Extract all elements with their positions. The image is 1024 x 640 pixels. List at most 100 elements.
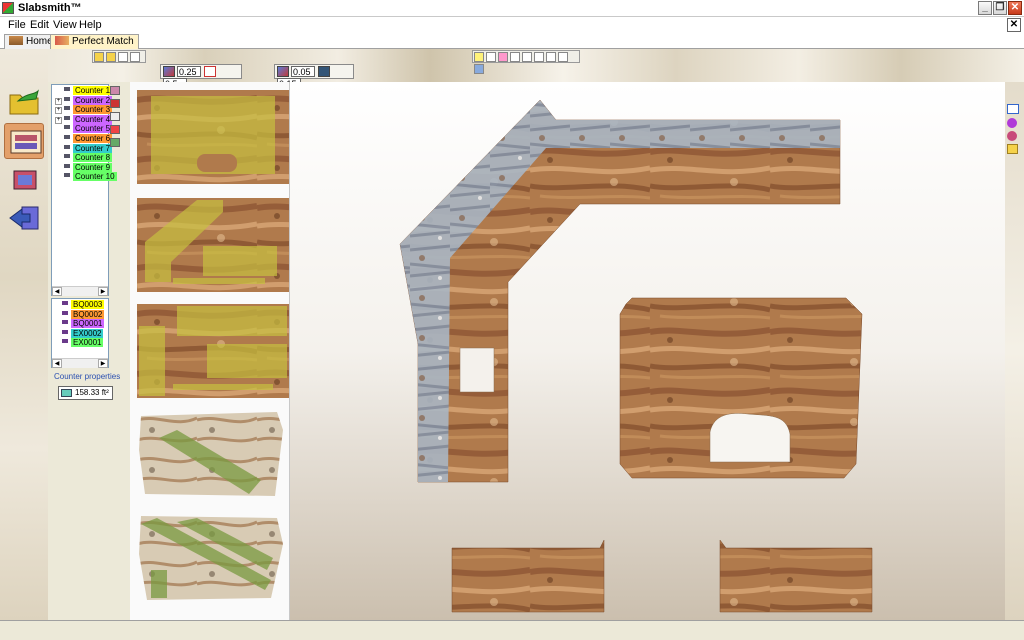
- forward-arrow-icon[interactable]: [106, 52, 116, 62]
- export-button[interactable]: [4, 200, 44, 236]
- offset-param: 0.25 0.5: [160, 64, 242, 89]
- expand-icon[interactable]: +: [55, 97, 62, 105]
- expand-icon[interactable]: +: [55, 116, 62, 124]
- area-icon: [61, 389, 72, 397]
- menu-edit[interactable]: Edit: [30, 19, 49, 31]
- scroll-right-arrow-icon[interactable]: ▶: [98, 287, 108, 296]
- material-icon[interactable]: [1007, 131, 1017, 141]
- menu-view[interactable]: View: [53, 19, 77, 31]
- counter-item[interactable]: + Counter 2: [55, 95, 113, 106]
- menu-help[interactable]: Help: [79, 19, 102, 31]
- counter-label: Counter 1: [73, 86, 113, 95]
- expand-icon[interactable]: +: [55, 107, 62, 115]
- slab-label: EX0002: [71, 328, 104, 338]
- zoom-icon[interactable]: [510, 52, 520, 62]
- rotate-icon[interactable]: [522, 52, 532, 62]
- slab-label: BQ0003: [71, 300, 105, 309]
- countertop-layout[interactable]: [290, 82, 1005, 620]
- counter-piece-bottom-left: [451, 539, 605, 613]
- open-folder-button[interactable]: [4, 84, 44, 120]
- slab-list-scrollbar[interactable]: ◀ ▶: [52, 358, 108, 368]
- counter-icon: [64, 154, 70, 159]
- settings-icon[interactable]: [1007, 144, 1018, 154]
- layout-canvas[interactable]: [290, 82, 1005, 620]
- slab-thumbnail-1[interactable]: [137, 90, 289, 184]
- counter-label: Counter 10: [73, 172, 117, 182]
- slab-item[interactable]: BQ0003: [62, 300, 105, 310]
- counter-label: Counter 9: [73, 162, 113, 172]
- counter-item[interactable]: + Counter 4: [55, 114, 113, 125]
- tab-home-label: Home: [26, 36, 53, 47]
- counter-icon: [64, 115, 70, 120]
- home-icon: [9, 36, 23, 45]
- move-icon[interactable]: [498, 52, 508, 62]
- slab-thumbnail-4[interactable]: [137, 410, 289, 500]
- counter-item[interactable]: Counter 7: [55, 143, 113, 154]
- menu-bar: File Edit View Help ✕: [0, 17, 1024, 33]
- sink-icon[interactable]: [110, 125, 120, 134]
- perfect-match-button[interactable]: [4, 123, 44, 159]
- tab-bar: Home Perfect Match: [0, 33, 1024, 49]
- slab-thumbnail-3[interactable]: [137, 304, 289, 398]
- cut-icon[interactable]: [118, 52, 128, 62]
- slab-layout-button[interactable]: [4, 162, 44, 198]
- scroll-left-arrow-icon[interactable]: ◀: [52, 287, 62, 296]
- counter-tree-scrollbar[interactable]: ◀ ▶: [52, 286, 108, 296]
- counter-item[interactable]: Counter 9: [55, 162, 113, 173]
- slab-thumbnail-5[interactable]: [137, 514, 289, 604]
- minimize-button[interactable]: _: [978, 1, 992, 15]
- counter-item[interactable]: Counter 5: [55, 124, 113, 134]
- edit-counter-icon[interactable]: [110, 99, 120, 108]
- counter-item[interactable]: Counter 8: [55, 153, 113, 163]
- pointer-icon[interactable]: [474, 52, 484, 62]
- color-icon[interactable]: [1007, 118, 1017, 128]
- tab-perfect-match-label: Perfect Match: [72, 36, 134, 47]
- status-bar: [0, 620, 1024, 640]
- delete-icon[interactable]: [130, 52, 140, 62]
- counter-item[interactable]: Counter 1: [55, 86, 113, 96]
- angle-icon: [204, 66, 217, 77]
- slab-icon: [62, 320, 68, 325]
- counter-icon: [64, 135, 70, 139]
- slab-item[interactable]: BQ0002: [62, 309, 105, 320]
- n-icon[interactable]: [534, 52, 544, 62]
- window-title: Slabsmith™: [18, 2, 82, 14]
- pan-hand-icon[interactable]: [486, 52, 496, 62]
- gap-icon: [277, 66, 289, 77]
- right-rail: [1005, 82, 1024, 620]
- shape-icon[interactable]: [110, 112, 120, 121]
- offset-value[interactable]: 0.25: [177, 66, 201, 77]
- slab-scroll-right-arrow-icon[interactable]: ▶: [98, 359, 108, 368]
- slab-item[interactable]: EX0001: [62, 338, 104, 348]
- slab-item[interactable]: BQ0001: [62, 319, 105, 329]
- tag-icon[interactable]: [110, 138, 120, 147]
- counter-label: Counter 3: [73, 105, 113, 115]
- slab-thumbnail-2[interactable]: [137, 198, 289, 292]
- gap-value[interactable]: 0.05: [291, 66, 315, 77]
- gap-param: 0.05 0.15: [274, 64, 354, 89]
- counter-icon: [64, 87, 70, 91]
- align-icon[interactable]: [546, 52, 556, 62]
- split-icon[interactable]: [558, 52, 568, 62]
- add-counter-icon[interactable]: [110, 86, 120, 95]
- tab-perfect-match[interactable]: Perfect Match: [50, 34, 139, 49]
- back-arrow-icon[interactable]: [94, 52, 104, 62]
- slab-scroll-left-arrow-icon[interactable]: ◀: [52, 359, 62, 368]
- document-close-button[interactable]: ✕: [1007, 18, 1021, 32]
- counter-label: Counter 5: [73, 124, 113, 134]
- close-button[interactable]: ✕: [1008, 1, 1022, 15]
- counter-item[interactable]: Counter 6: [55, 134, 113, 144]
- slab-item[interactable]: EX0002: [62, 328, 104, 339]
- counter-properties-title: Counter properties: [54, 372, 121, 381]
- counter-item[interactable]: + Counter 3: [55, 105, 113, 115]
- refresh-icon[interactable]: [1007, 104, 1019, 114]
- view-toolstrip: [472, 50, 580, 74]
- sink-cutout: [709, 413, 791, 463]
- menu-file[interactable]: File: [8, 19, 26, 31]
- counter-label: Counter 8: [73, 153, 113, 163]
- restore-button[interactable]: ❐: [993, 1, 1007, 15]
- counter-item[interactable]: Counter 10: [55, 172, 117, 182]
- grid-icon[interactable]: [474, 64, 484, 74]
- spacing-icon: [318, 66, 331, 77]
- slab-icon: [62, 339, 68, 344]
